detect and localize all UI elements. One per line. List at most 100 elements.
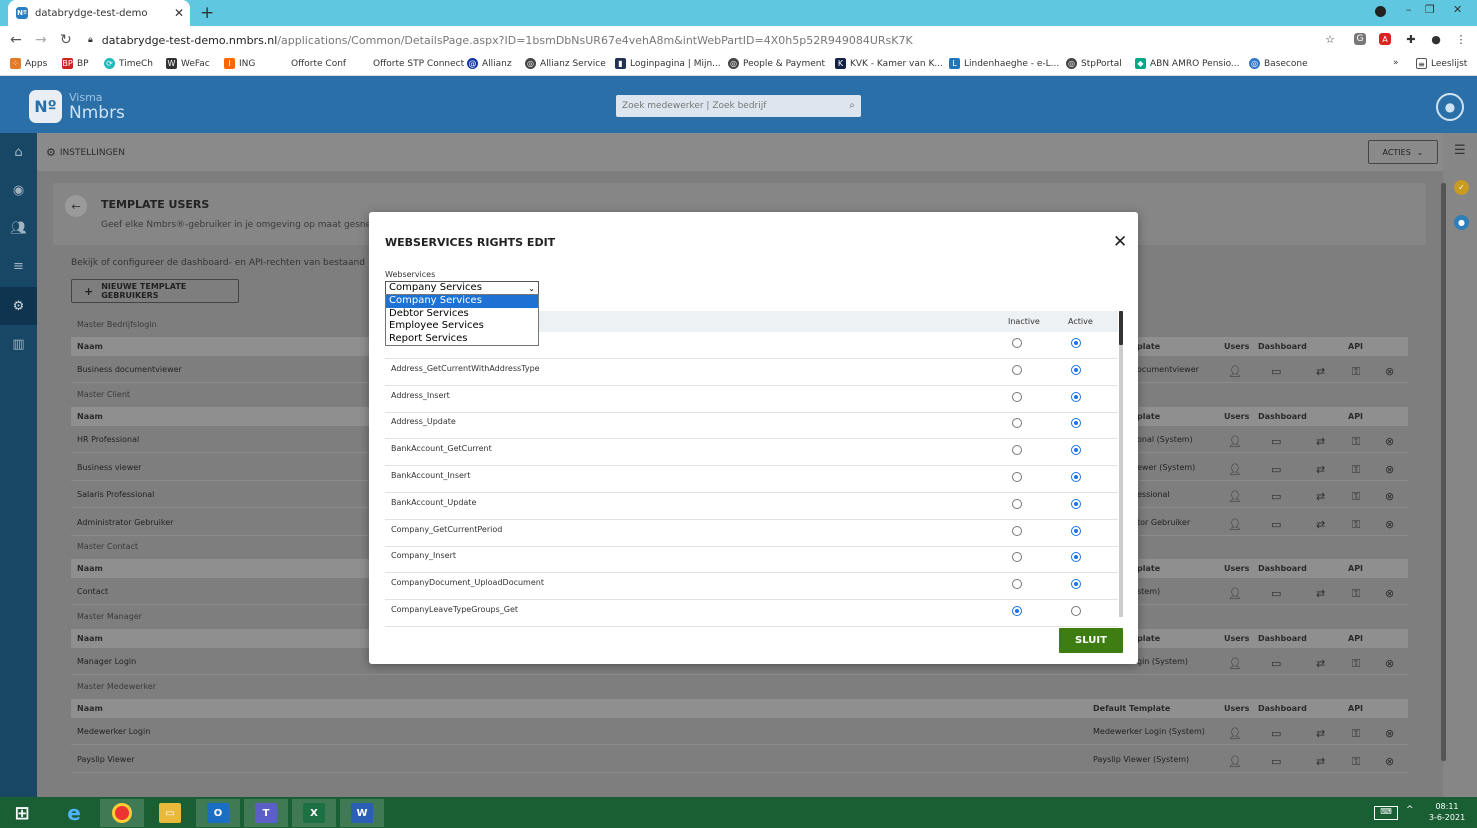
users-icon[interactable]: 👤︎ (1228, 435, 1242, 448)
dashboard-icon[interactable]: ▭ (1271, 490, 1281, 503)
bookmark-allianz[interactable]: @ Allianz (467, 58, 512, 69)
edge-icon[interactable]: e (52, 799, 96, 827)
active-radio[interactable] (1071, 498, 1081, 509)
modal-scrollbar-thumb[interactable] (1119, 311, 1123, 345)
bookmark-offorte-conf[interactable]: Offorte Conf (276, 58, 346, 69)
reports-chart-icon[interactable]: ▥ (0, 325, 37, 363)
inactive-radio[interactable] (1012, 445, 1022, 456)
swap-icon[interactable]: ⇄ (1316, 587, 1325, 600)
users-icon[interactable]: 👤︎ (1228, 727, 1242, 740)
nmbrs-logo[interactable]: Nº (29, 90, 62, 123)
more-bookmarks-icon[interactable]: » (1393, 58, 1399, 68)
inactive-radio[interactable] (1012, 391, 1022, 402)
option-debtor-services[interactable]: Debtor Services (386, 308, 538, 321)
remove-icon[interactable]: ⊗ (1385, 490, 1394, 503)
bookmark-abn-amro[interactable]: ◆ ABN AMRO Pensio... (1135, 58, 1240, 69)
bookmark-apps[interactable]: ⁘ Apps (10, 58, 47, 69)
window-close-icon[interactable]: ✕ (1453, 3, 1462, 17)
chrome-icon[interactable] (100, 799, 144, 827)
bookmark-basecone[interactable]: ◎ Basecone (1249, 58, 1308, 69)
active-radio[interactable] (1071, 606, 1081, 616)
bookmark-bp[interactable]: BP BP (62, 58, 89, 69)
teams-icon[interactable]: T (244, 799, 288, 827)
person-badge-icon[interactable]: ● (1454, 215, 1469, 230)
api-key-icon[interactable]: ⚿ (1352, 435, 1360, 449)
remove-icon[interactable]: ⊗ (1385, 365, 1394, 378)
forward-arrow-icon[interactable]: → (35, 32, 47, 48)
keyboard-icon[interactable]: ⌨ (1374, 806, 1398, 820)
remove-icon[interactable]: ⊗ (1385, 727, 1394, 740)
swap-icon[interactable]: ⇄ (1316, 518, 1325, 531)
swap-icon[interactable]: ⇄ (1316, 463, 1325, 476)
inactive-radio[interactable] (1012, 498, 1022, 509)
active-radio[interactable] (1071, 525, 1081, 536)
back-button[interactable]: ← (65, 195, 87, 217)
page-scrollbar[interactable] (1441, 183, 1446, 761)
api-key-icon[interactable]: ⚿ (1352, 518, 1360, 532)
tab-close-icon[interactable]: ✕ (174, 6, 184, 20)
dashboard-icon[interactable]: ▭ (1271, 365, 1281, 378)
inactive-radio[interactable] (1012, 338, 1022, 348)
bookmark-loginpagina[interactable]: ▮ Loginpagina | Mijn... (615, 58, 721, 69)
remove-icon[interactable]: ⊗ (1385, 463, 1394, 476)
swap-icon[interactable]: ⇄ (1316, 657, 1325, 670)
pdf-extension-icon[interactable]: A (1379, 33, 1391, 45)
bookmark-lindenhaeghe[interactable]: L Lindenhaeghe - e-L... (949, 58, 1059, 69)
active-radio[interactable] (1071, 445, 1081, 456)
inactive-radio[interactable] (1012, 364, 1022, 375)
option-report-services[interactable]: Report Services (386, 333, 538, 346)
users-icon[interactable]: 👤︎ (1228, 365, 1242, 378)
dashboard-icon[interactable]: ▭ (1271, 463, 1281, 476)
swap-icon[interactable]: ⇄ (1316, 435, 1325, 448)
swap-icon[interactable]: ⇄ (1316, 365, 1325, 378)
active-radio[interactable] (1071, 579, 1081, 590)
extensions-puzzle-icon[interactable]: ✚ (1403, 31, 1419, 47)
bookmark-stpportal[interactable]: ◎ StpPortal (1066, 58, 1122, 69)
inactive-radio[interactable] (1012, 472, 1022, 482)
dashboard-icon[interactable]: ▭ (1271, 657, 1281, 670)
home-icon[interactable]: ⌂ (0, 133, 37, 171)
star-icon[interactable]: ☆ (1322, 31, 1338, 47)
active-radio[interactable] (1071, 338, 1081, 348)
file-explorer-icon[interactable]: ▭ (148, 799, 192, 827)
windows-start-icon[interactable]: ⊞ (0, 799, 44, 827)
inactive-radio[interactable] (1012, 606, 1022, 616)
search-input[interactable]: Zoek medewerker | Zoek bedrijf ⌕ (616, 95, 861, 117)
modal-scrollbar-track[interactable] (1119, 311, 1123, 617)
dashboard-icon[interactable]: ▭ (1271, 755, 1281, 768)
new-template-users-button[interactable]: + NIEUWE TEMPLATE GEBRUIKERS (71, 279, 239, 303)
check-badge-icon[interactable]: ✓ (1454, 180, 1469, 195)
active-radio[interactable] (1071, 418, 1081, 429)
reload-icon[interactable]: ↻ (60, 32, 72, 48)
url-field[interactable]: 🔒︎ databrydge-test-demo.nmbrs.nl/applica… (88, 29, 913, 51)
profile-dot-icon[interactable] (1375, 6, 1386, 17)
hamburger-menu-icon[interactable]: ☰ (1454, 143, 1466, 158)
new-tab-icon[interactable]: + (200, 3, 214, 23)
extension-g-icon[interactable]: G (1354, 33, 1366, 45)
bookmark-people-payment[interactable]: ◎ People & Payment (728, 58, 825, 69)
users-icon[interactable]: 👤︎ (1228, 657, 1242, 670)
user-avatar-icon[interactable]: ● (1436, 93, 1464, 121)
inactive-radio[interactable] (1012, 552, 1022, 563)
settings-gear-icon[interactable]: ⚙ (0, 287, 37, 325)
api-key-icon[interactable]: ⚿ (1352, 490, 1360, 504)
remove-icon[interactable]: ⊗ (1385, 755, 1394, 768)
users-icon[interactable]: 👤︎ (1228, 490, 1242, 503)
webservices-dropdown-list[interactable]: Company Services Debtor Services Employe… (385, 294, 539, 346)
active-radio[interactable] (1071, 552, 1081, 563)
active-radio[interactable] (1071, 472, 1081, 482)
tray-arrow-icon[interactable]: ^ (1406, 805, 1414, 815)
dashboard-icon[interactable]: ▭ (1271, 435, 1281, 448)
bookmark-ing[interactable]: I ING (224, 58, 255, 69)
back-arrow-icon[interactable]: ← (10, 32, 22, 48)
api-key-icon[interactable]: ⚿ (1352, 463, 1360, 477)
api-key-icon[interactable]: ⚿ (1352, 587, 1360, 601)
modal-close-icon[interactable]: ✕ (1113, 232, 1127, 252)
users-icon[interactable]: 👤︎ (1228, 463, 1242, 476)
bookmark-allianz-service[interactable]: ◎ Allianz Service (525, 58, 606, 69)
excel-icon[interactable]: X (292, 799, 336, 827)
compass-icon[interactable]: ◉ (0, 171, 37, 209)
api-key-icon[interactable]: ⚿ (1352, 755, 1360, 769)
dashboard-icon[interactable]: ▭ (1271, 518, 1281, 531)
users-icon[interactable]: 👤︎ (1228, 518, 1242, 531)
